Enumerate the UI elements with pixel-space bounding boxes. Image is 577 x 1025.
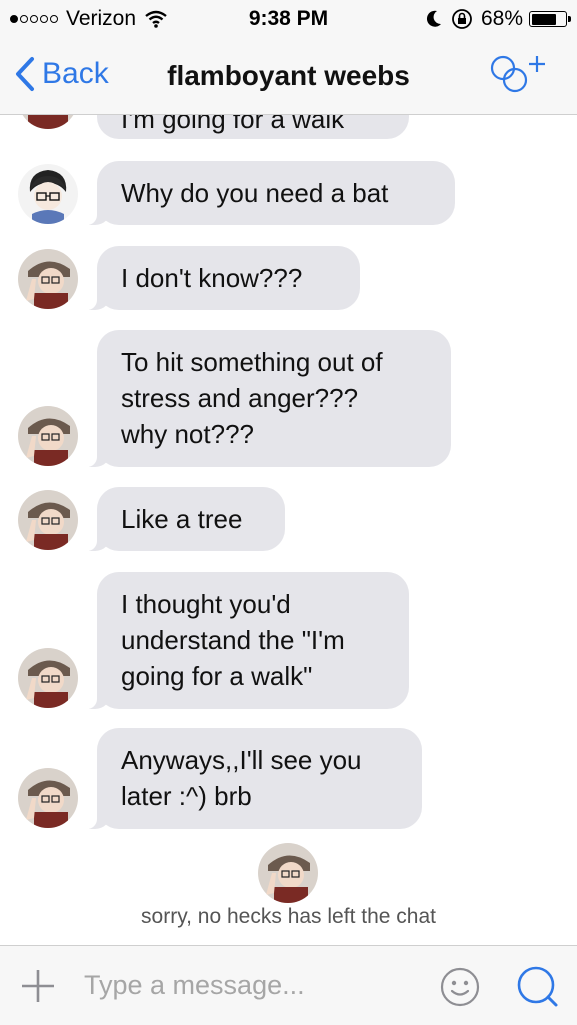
friend-avatar (18, 768, 78, 828)
message-composer (0, 945, 577, 1025)
message-text: I don't know??? (121, 263, 303, 293)
smiley-icon (440, 967, 480, 1007)
message-bubble: Anyways,,I'll see you later :^) brb (81, 728, 422, 829)
message-bubble: I don't know??? (81, 246, 360, 310)
friend-avatar (18, 648, 78, 708)
plus-icon (22, 970, 54, 1002)
message-text: Why do you need a bat (121, 178, 389, 208)
message-bubble: To hit something out of stress and anger… (81, 330, 451, 467)
friend-avatar (18, 115, 78, 129)
message-text: To hit something out of stress and anger… (121, 347, 383, 449)
add-people-button[interactable] (489, 54, 551, 103)
chat-log[interactable]: I'm going for a walk Why do you need a b… (0, 115, 577, 945)
other-avatar (18, 164, 78, 224)
add-people-icon (490, 55, 545, 93)
message-input[interactable] (82, 966, 406, 1004)
left-chat-notice: sorry, no hecks has left the chat (141, 905, 436, 928)
battery-icon (529, 11, 571, 27)
rotation-lock-icon (452, 9, 472, 29)
message-text: Anyways,,I'll see you later :^) brb (121, 745, 362, 811)
chat-bubble-icon (517, 966, 558, 1007)
message-bubble: I thought you'd understand the "I'm goin… (81, 572, 409, 709)
message-text: Like a tree (121, 504, 243, 534)
send-button[interactable] (515, 964, 559, 1013)
battery-percent: 68% (480, 7, 523, 30)
friend-avatar (18, 490, 78, 550)
message-text: I'm going for a walk (121, 115, 345, 134)
navigation-bar: Back flamboyant weebs (0, 38, 577, 115)
status-right: 68% (425, 7, 571, 31)
moon-icon (426, 10, 441, 27)
friend-avatar (18, 406, 78, 466)
emoji-button[interactable] (440, 967, 480, 1012)
status-bar: Verizon 9:38 PM 68% (0, 0, 577, 38)
message-bubble: Why do you need a bat (81, 161, 455, 225)
add-attachment-button[interactable] (20, 968, 56, 1009)
message-text: I thought you'd understand the "I'm goin… (121, 589, 345, 691)
message-bubble: Like a tree (81, 487, 285, 551)
friend-avatar (18, 249, 78, 309)
departed-user-avatar (258, 843, 318, 903)
message-bubble: I'm going for a walk (97, 115, 409, 139)
